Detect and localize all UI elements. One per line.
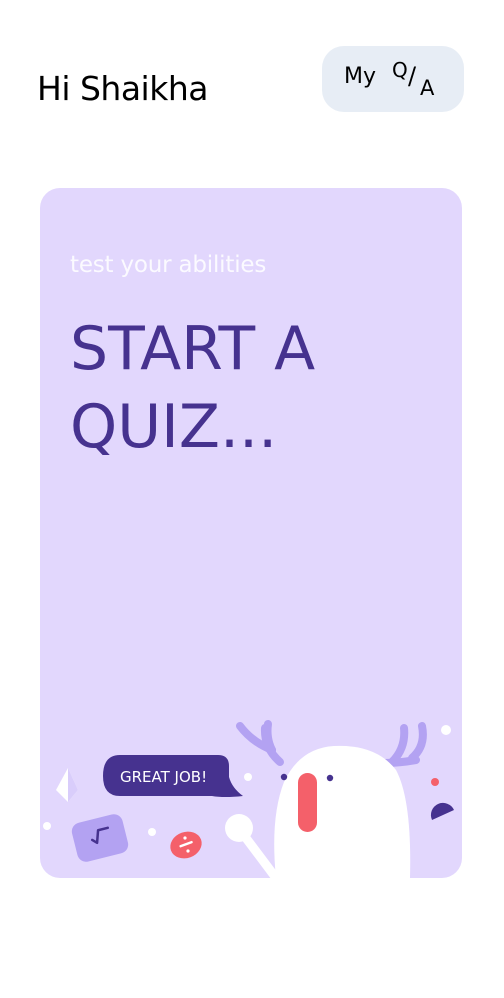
page: Hi Shaikha My Q / A test your abilities …: [0, 0, 504, 998]
greeting-text: Hi Shaikha: [37, 69, 208, 108]
square-root-icon: [71, 814, 129, 862]
quiz-illustration: GREAT JOB!: [43, 720, 454, 878]
mascot-body: [274, 745, 411, 878]
divide-icon: [170, 831, 202, 859]
qa-button-slash: /: [408, 62, 417, 90]
mascot-arm: [225, 814, 281, 878]
decor-dot: [43, 822, 51, 830]
half-circle-icon: [430, 802, 454, 820]
qa-button-a-label: A: [420, 76, 435, 100]
decor-dot: [431, 778, 439, 786]
qa-button-q-label: Q: [392, 58, 408, 82]
mascot-eye-left: [280, 773, 288, 781]
mascot-eye-right: [326, 774, 334, 782]
qa-button-my-label: My: [344, 64, 377, 89]
decor-dot: [244, 773, 252, 781]
speech-bubble-text: GREAT JOB!: [120, 768, 207, 786]
decor-dot: [441, 725, 451, 735]
decor-dot: [148, 828, 156, 836]
diamond-icon: [56, 768, 78, 802]
speech-bubble: GREAT JOB!: [103, 755, 243, 797]
mascot-mouth: [298, 773, 317, 832]
start-quiz-card[interactable]: test your abilities START A QUIZ... GREA…: [40, 188, 462, 878]
my-qa-button[interactable]: My Q / A: [322, 46, 464, 112]
